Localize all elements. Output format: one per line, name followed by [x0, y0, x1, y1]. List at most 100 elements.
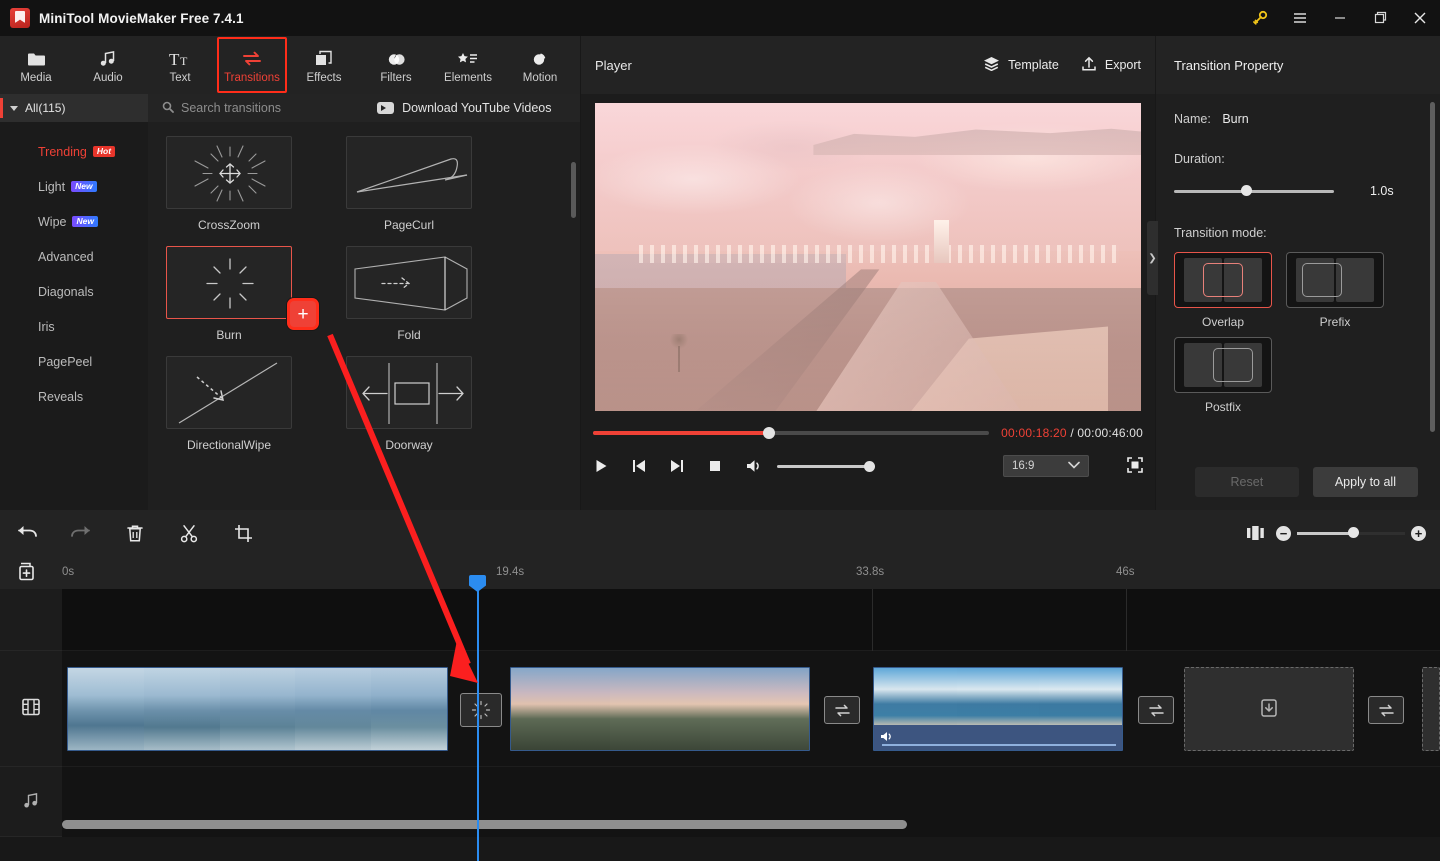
category-item-reveals[interactable]: Reveals — [0, 379, 148, 414]
timeline-tracks-area — [0, 589, 1440, 837]
category-item-light[interactable]: Light New — [0, 169, 148, 204]
directional-wipe-icon — [166, 356, 292, 429]
key-icon[interactable] — [1240, 0, 1280, 36]
media-drop-zone[interactable] — [1184, 667, 1354, 751]
add-media-icon[interactable] — [18, 562, 38, 585]
mode-option-prefix[interactable]: Prefix — [1286, 252, 1384, 329]
toolbar-item-audio[interactable]: Audio — [72, 39, 144, 93]
badge-new-wipe: New — [72, 215, 98, 228]
media-drop-zone-partial[interactable] — [1422, 667, 1440, 751]
timeline-ruler[interactable]: 0s 19.4s 33.8s 46s — [0, 556, 1440, 589]
player-progress-handle[interactable] — [763, 427, 776, 439]
scissors-icon[interactable] — [162, 510, 216, 556]
apply-to-all-button[interactable]: Apply to all — [1312, 467, 1418, 497]
category-label-wipe: Wipe — [38, 214, 67, 229]
toolbar-item-motion[interactable]: Motion — [504, 39, 576, 93]
clip-audio-strip[interactable] — [874, 725, 1122, 750]
toolbar-item-elements[interactable]: Elements — [432, 39, 504, 93]
toolbar-item-text[interactable]: TT Text — [144, 39, 216, 93]
category-item-advanced[interactable]: Advanced — [0, 239, 148, 274]
fit-timeline-icon[interactable] — [1234, 525, 1276, 541]
add-transition-button[interactable]: + — [290, 301, 316, 327]
transitions-grid: CrossZoom PageCurl + Burn Fold Direction… — [148, 122, 580, 510]
mode-option-overlap[interactable]: Overlap — [1174, 252, 1272, 329]
volume-button[interactable] — [745, 458, 763, 474]
window-controls — [1240, 0, 1440, 36]
transition-item-burn[interactable]: + Burn — [160, 246, 316, 342]
timeline-scroll-thumb[interactable] — [62, 820, 907, 829]
toolbar-item-filters[interactable]: Filters — [360, 39, 432, 93]
transition-item-pagecurl[interactable]: PageCurl — [340, 136, 490, 232]
trash-icon[interactable] — [108, 510, 162, 556]
search-placeholder: Search transitions — [181, 101, 282, 115]
postfix-indicator — [1212, 348, 1253, 382]
transition-name-value: Burn — [1222, 112, 1249, 126]
volume-slider[interactable] — [777, 460, 875, 472]
export-button[interactable]: Export — [1081, 56, 1141, 75]
duration-slider[interactable] — [1174, 185, 1334, 196]
stop-button[interactable] — [707, 458, 723, 474]
category-item-wipe[interactable]: Wipe New — [0, 204, 148, 239]
minimize-icon[interactable] — [1320, 0, 1360, 36]
chevron-down-icon — [1068, 460, 1080, 472]
audio-waveform — [882, 744, 1116, 746]
reset-button[interactable]: Reset — [1194, 467, 1299, 497]
mode-option-postfix[interactable]: Postfix — [1174, 337, 1272, 414]
previous-frame-button[interactable] — [631, 458, 647, 474]
zoom-out-icon[interactable]: − — [1276, 525, 1291, 541]
close-icon[interactable] — [1400, 0, 1440, 36]
all-categories-dropdown[interactable]: All(115) — [0, 94, 148, 122]
maximize-icon[interactable] — [1360, 0, 1400, 36]
video-preview[interactable] — [595, 103, 1141, 411]
page-curl-icon — [346, 136, 472, 209]
category-item-diagonals[interactable]: Diagonals — [0, 274, 148, 309]
fullscreen-icon[interactable] — [1127, 456, 1143, 476]
transition-marker-3[interactable] — [1138, 696, 1174, 724]
toolbar-item-media[interactable]: Media — [0, 39, 72, 93]
toolbar-item-effects[interactable]: Effects — [288, 39, 360, 93]
timeline-zoom-handle[interactable] — [1348, 527, 1360, 538]
transition-item-directionalwipe[interactable]: DirectionalWipe — [160, 356, 310, 452]
category-item-pagepeel[interactable]: PagePeel — [0, 344, 148, 379]
overlay-track[interactable] — [62, 589, 1440, 767]
upload-icon — [1081, 56, 1097, 75]
transition-item-doorway[interactable]: Doorway — [340, 356, 490, 452]
library-scrollbar[interactable] — [571, 162, 576, 218]
volume-slider-handle[interactable] — [864, 460, 875, 472]
audio-track-header[interactable] — [0, 767, 62, 837]
category-item-iris[interactable]: Iris — [0, 309, 148, 344]
transition-marker-2[interactable] — [824, 696, 860, 724]
transition-marker-4[interactable] — [1368, 696, 1404, 724]
zoom-in-icon[interactable]: + — [1411, 525, 1426, 541]
timeline-horizontal-scrollbar[interactable] — [62, 820, 1432, 829]
play-button[interactable] — [593, 458, 609, 474]
transition-item-fold[interactable]: Fold — [340, 246, 490, 342]
video-track[interactable] — [62, 651, 1440, 767]
property-panel-scrollbar[interactable] — [1430, 102, 1435, 432]
toolbar-item-transitions[interactable]: Transitions — [216, 36, 288, 93]
video-track-header[interactable] — [0, 651, 62, 767]
next-frame-button[interactable] — [669, 458, 685, 474]
timeline-clip-bridge-beach[interactable] — [873, 667, 1123, 751]
aspect-ratio-select[interactable]: 16:9 — [1003, 455, 1089, 477]
transition-item-crosszoom[interactable]: CrossZoom — [160, 136, 310, 232]
redo-button[interactable] — [54, 510, 108, 556]
duration-row: 1.0s — [1174, 184, 1422, 198]
transition-marker-burn[interactable] — [460, 693, 502, 727]
category-item-trending[interactable]: Trending Hot — [0, 134, 148, 169]
timeline-zoom-slider[interactable] — [1297, 527, 1405, 538]
search-transitions-field[interactable]: Search transitions — [162, 101, 281, 116]
total-time: 00:00:46:00 — [1077, 426, 1143, 440]
undo-button[interactable] — [0, 510, 54, 556]
duration-slider-handle[interactable] — [1241, 185, 1253, 196]
timeline-clip-ocean-waves[interactable] — [67, 667, 448, 751]
menu-icon[interactable] — [1280, 0, 1320, 36]
mode-label-prefix: Prefix — [1319, 315, 1351, 329]
template-button[interactable]: Template — [983, 56, 1059, 74]
download-youtube-videos-button[interactable]: Download YouTube Videos — [377, 101, 552, 115]
timeline-clip-city-highway[interactable] — [510, 667, 810, 751]
player-progress-bar[interactable] — [593, 427, 990, 439]
category-label-trending: Trending — [38, 144, 87, 159]
transitions-arrows-icon — [241, 48, 263, 67]
crop-icon[interactable] — [216, 510, 270, 556]
